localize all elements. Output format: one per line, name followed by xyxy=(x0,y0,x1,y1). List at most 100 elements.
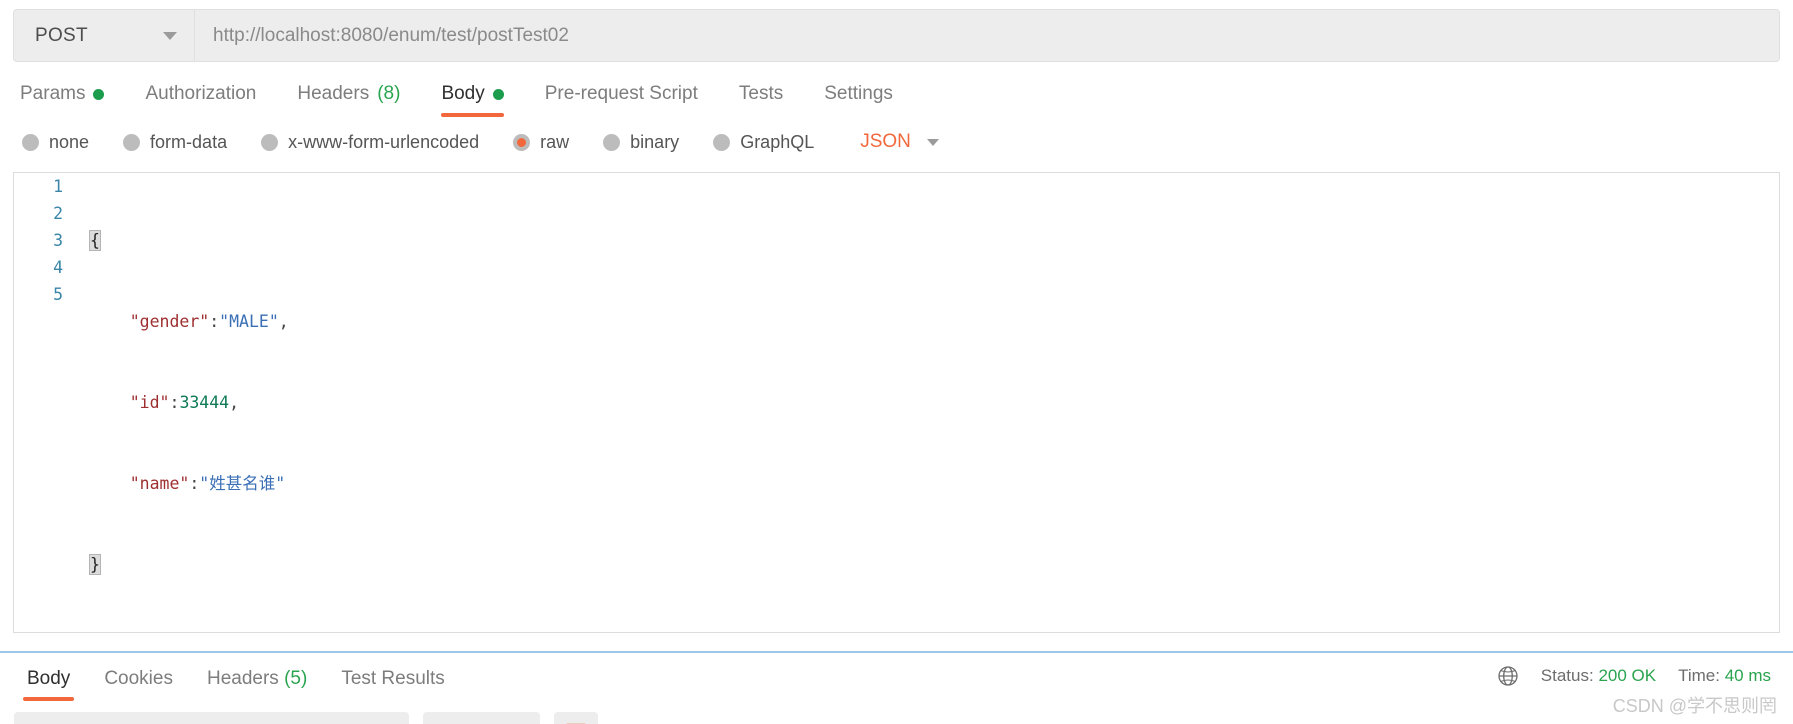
http-method-label: POST xyxy=(35,24,88,46)
body-type-urlencoded-label: x-www-form-urlencoded xyxy=(288,131,480,152)
tab-settings-label: Settings xyxy=(824,83,893,104)
time-group: Time: 40 ms xyxy=(1678,666,1771,686)
response-view-pretty[interactable]: Pretty xyxy=(14,712,105,724)
radio-none-icon xyxy=(22,133,39,151)
params-modified-dot-icon xyxy=(93,88,105,100)
status-badge: 200 OK xyxy=(1598,666,1657,685)
code-key: "gender" xyxy=(129,312,210,331)
tab-params[interactable]: Params xyxy=(20,83,105,117)
code-string: "MALE" xyxy=(219,312,279,331)
tab-params-label: Params xyxy=(20,83,86,104)
response-tab-headers-label: Headers xyxy=(206,668,279,689)
status-label: Status: xyxy=(1540,666,1594,685)
code-open-brace: { xyxy=(89,230,101,251)
request-body-editor[interactable]: 1 2 3 4 5 { "gender":"MALE", "id":33444,… xyxy=(13,172,1780,632)
response-tab-test-results[interactable]: Test Results xyxy=(341,668,444,701)
code-number: 33444 xyxy=(179,393,230,412)
chevron-down-icon xyxy=(163,31,177,40)
radio-urlencoded-icon xyxy=(261,133,279,151)
tab-authorization-label: Authorization xyxy=(145,83,257,104)
body-type-urlencoded[interactable]: x-www-form-urlencoded xyxy=(261,132,479,153)
code-comma: , xyxy=(229,393,240,412)
code-line: "gender":"MALE", xyxy=(90,308,1779,335)
code-colon: : xyxy=(189,474,200,493)
body-type-none-label: none xyxy=(49,131,90,152)
word-wrap-button[interactable] xyxy=(553,712,598,724)
code-key: "id" xyxy=(129,393,170,412)
status-group: Status: 200 OK xyxy=(1541,666,1656,686)
code-line: } xyxy=(89,551,1779,578)
request-editor-code[interactable]: { "gender":"MALE", "id":33444, "name":"姓… xyxy=(76,173,1779,632)
request-body-language-select[interactable]: JSON xyxy=(860,131,939,153)
response-tabs: Body Cookies Headers (5) Test Results xyxy=(0,653,462,701)
request-tab-bar: Params Authorization Headers (8) Body Pr… xyxy=(0,75,1793,117)
code-colon: : xyxy=(169,393,180,412)
tab-authorization[interactable]: Authorization xyxy=(145,83,256,117)
tab-tests-label: Tests xyxy=(738,83,784,104)
body-type-binary-label: binary xyxy=(630,131,680,152)
request-editor-bottom-border xyxy=(13,632,1780,633)
response-tab-cookies[interactable]: Cookies xyxy=(104,668,173,701)
body-type-graphql[interactable]: GraphQL xyxy=(713,132,814,153)
request-url-bar: POST http://localhost:8080/enum/test/pos… xyxy=(13,9,1780,62)
body-modified-dot-icon xyxy=(492,88,504,100)
body-type-none[interactable]: none xyxy=(22,132,89,153)
response-view-raw[interactable]: Raw xyxy=(105,712,185,724)
response-status-bar: Status: 200 OK Time: 40 ms xyxy=(1497,665,1771,689)
tab-pre-request-script[interactable]: Pre-request Script xyxy=(545,83,698,117)
line-number: 4 xyxy=(53,258,63,277)
response-tab-cookies-label: Cookies xyxy=(104,668,173,689)
body-type-graphql-label: GraphQL xyxy=(740,131,815,152)
body-type-raw[interactable]: raw xyxy=(513,132,569,153)
body-type-form-data[interactable]: form-data xyxy=(123,132,227,153)
tab-headers[interactable]: Headers (8) xyxy=(297,83,400,117)
body-type-row: none form-data x-www-form-urlencoded raw… xyxy=(0,121,1793,163)
response-tab-test-results-label: Test Results xyxy=(341,668,445,689)
code-comma: , xyxy=(278,312,289,331)
code-close-brace: } xyxy=(89,554,101,575)
http-method-select[interactable]: POST xyxy=(13,9,194,62)
watermark: CSDN @学不思则罔 xyxy=(1612,696,1777,716)
tab-body-label: Body xyxy=(441,83,485,104)
request-url-input[interactable]: http://localhost:8080/enum/test/postTest… xyxy=(194,9,1780,62)
radio-graphql-icon xyxy=(713,133,731,151)
tab-tests[interactable]: Tests xyxy=(739,83,783,117)
response-tab-headers-count: (5) xyxy=(284,668,308,689)
line-number: 1 xyxy=(53,177,63,196)
code-key: "name" xyxy=(129,474,190,493)
code-line: "name":"姓甚名谁" xyxy=(90,470,1779,497)
radio-form-data-icon xyxy=(123,133,141,151)
tab-body[interactable]: Body xyxy=(441,83,505,117)
tab-settings[interactable]: Settings xyxy=(824,83,893,117)
time-value: 40 ms xyxy=(1724,666,1771,685)
chevron-down-icon xyxy=(926,138,939,146)
tab-headers-count: (8) xyxy=(377,83,401,104)
time-label: Time: xyxy=(1678,666,1720,685)
tab-headers-label: Headers xyxy=(297,83,370,104)
body-type-form-data-label: form-data xyxy=(150,131,228,152)
body-type-raw-label: raw xyxy=(540,131,570,152)
response-view-visualize[interactable]: Visualize xyxy=(293,712,409,724)
word-wrap-icon xyxy=(564,720,588,724)
response-tab-body[interactable]: Body xyxy=(22,668,75,701)
tab-pre-request-script-label: Pre-request Script xyxy=(544,83,698,104)
response-tab-headers[interactable]: Headers (5) xyxy=(207,668,307,701)
response-format-toolbar: Pretty Raw Preview Visualize JSON xyxy=(0,701,1793,724)
response-language-select[interactable]: JSON xyxy=(422,712,540,724)
code-line: "id":33444, xyxy=(90,389,1779,416)
line-number: 5 xyxy=(53,285,63,304)
request-body-language-label: JSON xyxy=(860,131,911,152)
code-string: "姓甚名谁" xyxy=(199,474,286,493)
globe-icon xyxy=(1497,665,1519,687)
response-view-mode-group: Pretty Raw Preview Visualize xyxy=(14,712,409,724)
response-tab-body-label: Body xyxy=(27,668,71,689)
radio-binary-icon xyxy=(603,133,621,151)
code-line: { xyxy=(89,227,1779,254)
body-type-binary[interactable]: binary xyxy=(603,132,679,153)
radio-raw-icon xyxy=(513,133,531,151)
response-view-preview[interactable]: Preview xyxy=(185,712,293,724)
code-colon: : xyxy=(209,312,220,331)
response-tab-bar: Body Cookies Headers (5) Test Results St… xyxy=(0,653,1793,701)
line-number: 2 xyxy=(53,204,63,223)
line-number: 3 xyxy=(53,231,63,250)
